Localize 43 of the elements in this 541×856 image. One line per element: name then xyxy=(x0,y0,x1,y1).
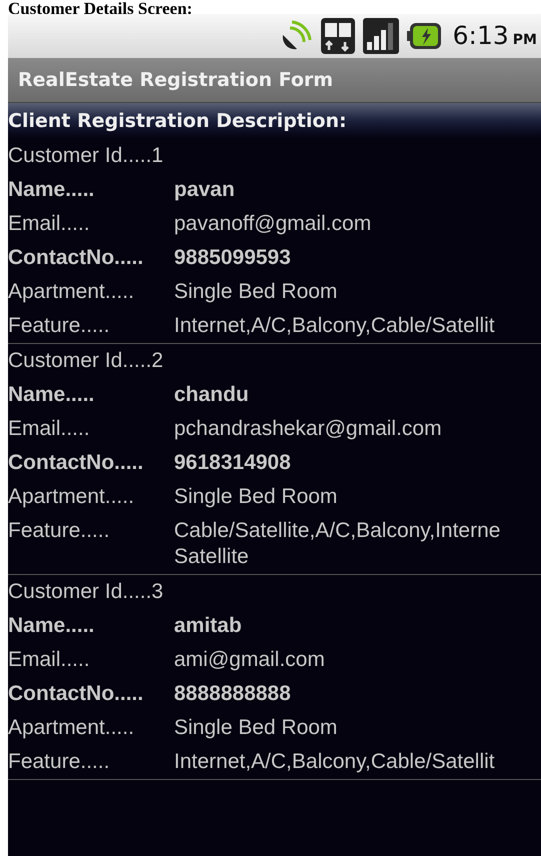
battery-charging-icon xyxy=(406,23,441,49)
field-label: Apartment..... xyxy=(8,279,136,305)
field-value: pavanoff@gmail.com xyxy=(174,211,372,237)
field-value: ami@gmail.com xyxy=(174,647,325,673)
clock-time: 6:13 xyxy=(452,20,509,52)
clock-meridiem: PM xyxy=(512,31,537,50)
field-label: Name..... xyxy=(8,613,96,639)
field-value: chandu xyxy=(174,382,249,408)
field-label: Customer Id..... xyxy=(8,143,152,169)
field-value: 8888888888 xyxy=(174,681,291,707)
field-label: ContactNo..... xyxy=(8,450,144,476)
field-value: 9618314908 xyxy=(174,450,291,476)
field-value: Single Bed Room xyxy=(174,715,338,741)
screen-caption: Customer Details Screen: xyxy=(7,0,194,14)
field-label: Feature..... xyxy=(8,313,111,339)
app-title: RealEstate Registration Form xyxy=(18,68,334,93)
field-label: Email..... xyxy=(8,416,91,442)
field-label: Feature..... xyxy=(8,749,111,775)
field-label: Email..... xyxy=(8,211,91,237)
field-label: Customer Id..... xyxy=(8,579,152,605)
field-label: Name..... xyxy=(8,382,96,408)
field-label: Customer Id..... xyxy=(8,348,152,374)
section-heading: Client Registration Description: xyxy=(8,103,541,139)
field-label: Email..... xyxy=(8,647,91,673)
field-label: Name..... xyxy=(8,177,96,203)
field-label: Feature..... xyxy=(8,518,111,544)
signal-icon xyxy=(362,18,399,54)
field-value: 2 xyxy=(152,348,164,374)
field-value: Internet,A/C,Balcony,Cable/Satellit xyxy=(174,313,495,339)
field-value: pavan xyxy=(174,177,235,203)
field-value: Internet,A/C,Balcony,Cable/Satellit xyxy=(174,749,495,775)
field-value: pchandrashekar@gmail.com xyxy=(174,416,442,442)
field-value: 3 xyxy=(152,579,164,605)
field-value: 9885099593 xyxy=(174,245,291,271)
field-value: amitab xyxy=(174,613,242,639)
field-label: ContactNo..... xyxy=(8,681,144,707)
field-label: Apartment..... xyxy=(8,484,136,510)
field-value: 1 xyxy=(152,143,164,169)
field-value: Cable/Satellite,A/C,Balcony,Interne Satellite xyxy=(174,518,500,570)
field-label: ContactNo..... xyxy=(8,245,144,271)
field-value: Single Bed Room xyxy=(174,484,338,510)
field-value: Single Bed Room xyxy=(174,279,338,305)
field-label: Apartment..... xyxy=(8,715,136,741)
